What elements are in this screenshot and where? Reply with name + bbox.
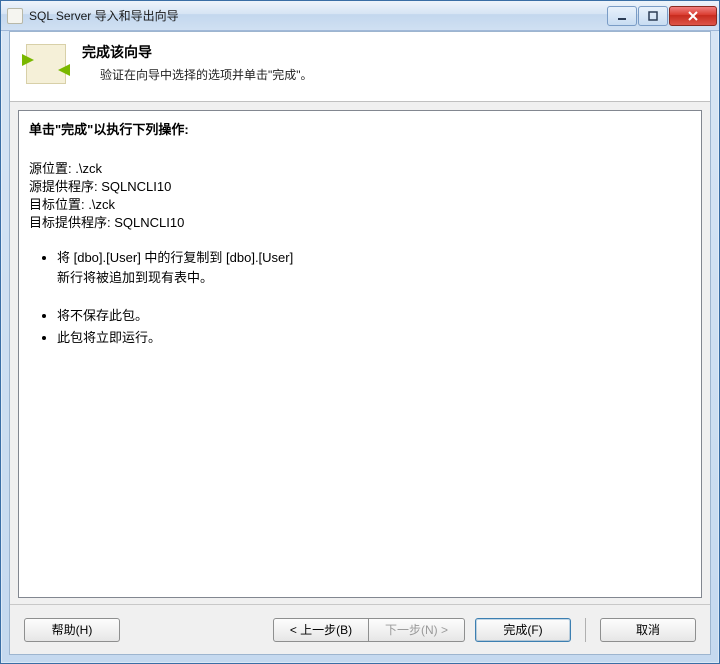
separator [585, 618, 586, 642]
window-controls [607, 6, 717, 26]
back-button[interactable]: < 上一步(B) [273, 618, 369, 642]
help-button[interactable]: 帮助(H) [24, 618, 120, 642]
nav-button-group: < 上一步(B) 下一步(N) > [273, 618, 465, 642]
source-location-label: 源位置: [29, 161, 72, 176]
dest-provider-row: 目标提供程序: SQLNCLI10 [29, 214, 691, 232]
close-icon [687, 11, 699, 21]
dest-provider-value: SQLNCLI10 [114, 215, 184, 230]
maximize-icon [648, 11, 658, 21]
list-item: 将 [dbo].[User] 中的行复制到 [dbo].[User] 新行将被追… [57, 248, 691, 288]
source-provider-row: 源提供程序: SQLNCLI10 [29, 178, 691, 196]
titlebar[interactable]: SQL Server 导入和导出向导 [1, 1, 719, 31]
page-title: 完成该向导 [82, 42, 698, 62]
close-button[interactable] [669, 6, 717, 26]
wizard-icon [22, 40, 70, 88]
source-provider-value: SQLNCLI10 [101, 179, 171, 194]
content-panel: 单击"完成"以执行下列操作: 源位置: .\zck 源提供程序: SQLNCLI… [18, 110, 702, 598]
minimize-button[interactable] [607, 6, 637, 26]
minimize-icon [617, 11, 627, 21]
bullet-copy-rows-sub: 新行将被追加到现有表中。 [57, 270, 213, 285]
source-provider-label: 源提供程序: [29, 179, 98, 194]
finish-button[interactable]: 完成(F) [475, 618, 571, 642]
list-item: 此包将立即运行。 [57, 328, 691, 348]
action-list: 将 [dbo].[User] 中的行复制到 [dbo].[User] 新行将被追… [29, 248, 691, 348]
app-icon [7, 8, 23, 24]
bullet-copy-rows: 将 [dbo].[User] 中的行复制到 [dbo].[User] [57, 250, 293, 265]
header-text: 完成该向导 验证在向导中选择的选项并单击"完成"。 [82, 40, 698, 83]
list-item: 将不保存此包。 [57, 306, 691, 326]
page-subtitle: 验证在向导中选择的选项并单击"完成"。 [82, 66, 698, 83]
source-location-row: 源位置: .\zck [29, 160, 691, 178]
content-heading: 单击"完成"以执行下列操作: [29, 119, 691, 138]
cancel-button[interactable]: 取消 [600, 618, 696, 642]
client-area: 完成该向导 验证在向导中选择的选项并单击"完成"。 单击"完成"以执行下列操作:… [9, 31, 711, 655]
wizard-window: SQL Server 导入和导出向导 完成该向导 验证在向导中选择的选项并单击"… [0, 0, 720, 664]
window-title: SQL Server 导入和导出向导 [29, 7, 607, 24]
source-location-value: .\zck [75, 161, 102, 176]
maximize-button[interactable] [638, 6, 668, 26]
list-spacer [57, 290, 691, 304]
dest-location-label: 目标位置: [29, 197, 85, 212]
next-button: 下一步(N) > [369, 618, 465, 642]
wizard-footer: 帮助(H) < 上一步(B) 下一步(N) > 完成(F) 取消 [10, 604, 710, 654]
wizard-header: 完成该向导 验证在向导中选择的选项并单击"完成"。 [10, 32, 710, 102]
dest-provider-label: 目标提供程序: [29, 215, 111, 230]
dest-location-row: 目标位置: .\zck [29, 196, 691, 214]
dest-location-value: .\zck [88, 197, 115, 212]
